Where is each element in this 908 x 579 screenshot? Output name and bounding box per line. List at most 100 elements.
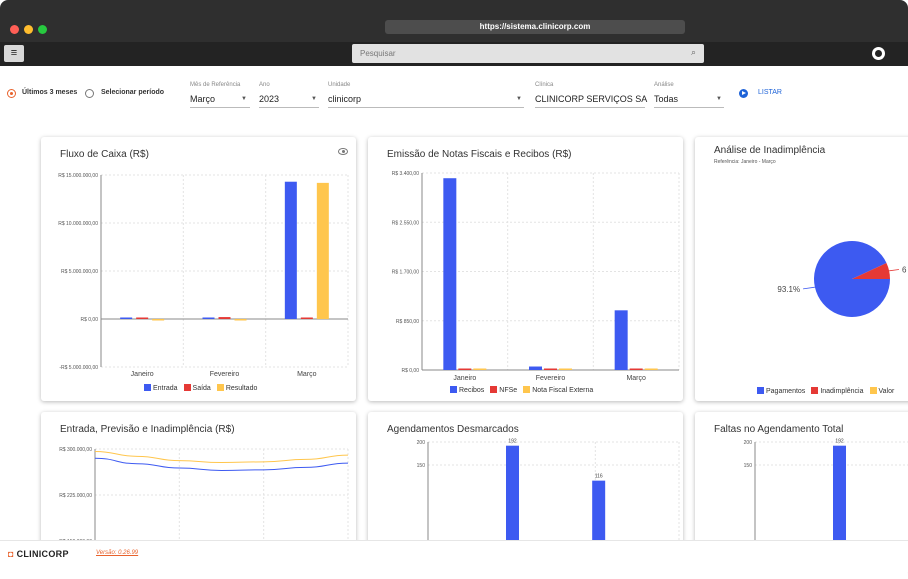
legend-swatch [490,386,498,393]
y-tick-label: R$ 850,00 [396,319,419,325]
app-window: https://sistema.clinicorp.com ≡ ⌕ Último… [0,0,908,579]
chevron-down-icon[interactable]: ▼ [716,96,722,102]
bar [300,317,313,319]
legend-item[interactable]: NFSe [490,386,517,394]
data-label: 192 [508,439,517,445]
y-tick-label: R$ 5.000.000,00 [61,269,98,275]
bar [202,317,215,319]
y-tick-label: R$ 0,00 [80,317,98,323]
slice-label: 93.1% [777,285,800,294]
y-tick-label: 200 [417,440,426,446]
chart-legend: Recibos NFSe Nota Fiscal Externa [450,386,593,394]
search-icon[interactable]: ⌕ [691,47,696,58]
search-input[interactable] [352,44,682,63]
maximize-window-icon[interactable] [38,25,47,34]
bar [136,317,149,319]
close-window-icon[interactable] [10,25,19,34]
radio-last-3-months-label: Últimos 3 meses [22,89,78,96]
listar-button[interactable]: LISTAR [758,89,782,96]
y-tick-label: R$ 15.000.000,00 [58,173,98,179]
chevron-down-icon[interactable]: ▼ [241,96,247,102]
legend-label: Recibos [459,387,485,394]
leader-line [803,286,815,290]
bar [218,317,231,319]
legend-item[interactable]: Pagamentos [757,387,805,395]
inadimplencia-pie-chart: 93.1% 6 [777,241,907,317]
x-tick-label: Janeiro [131,371,154,378]
x-tick-label: Fevereiro [536,375,566,382]
year-underline [259,107,319,108]
minimize-window-icon[interactable] [24,25,33,34]
analysis-select[interactable]: Todas [654,94,678,104]
bar [458,368,472,370]
user-icon[interactable] [872,47,885,60]
hamburger-icon[interactable]: ≡ [4,45,24,62]
x-tick-label: Março [297,371,317,378]
chevron-down-icon[interactable]: ▼ [311,96,317,102]
x-tick-label: Janeiro [453,375,476,382]
legend-swatch [183,384,191,391]
unit-select[interactable]: clinicorp [328,94,361,104]
radio-last-3-months[interactable] [7,89,16,98]
app-toolbar: ≡ ⌕ [0,42,908,66]
footer: ◘ CLINICORP Versão: 0.26.99 [0,540,908,579]
y-tick-label: 150 [744,463,753,469]
bar [152,319,165,321]
radio-select-period-label: Selecionar período [101,89,165,96]
legend-label: Inadimplência [820,388,864,395]
legend-swatch [757,387,764,394]
clinic-select[interactable]: CLINICORP SERVIÇOS SA [535,94,647,104]
legend-swatch [450,386,457,393]
address-bar[interactable]: https://sistema.clinicorp.com [385,20,685,34]
version-link[interactable]: Versão: 0.26.99 [96,550,138,556]
year-select[interactable]: 2023 [259,94,279,104]
legend-item[interactable]: Nota Fiscal Externa [523,386,593,394]
card-inadimplencia: Análise de Inadimplência Referência: Jan… [695,137,908,401]
y-tick-label: 150 [417,463,426,469]
bar [614,310,628,370]
series-line [94,457,349,471]
bar [559,368,572,370]
search-box[interactable]: ⌕ [352,44,704,63]
legend-swatch [811,387,819,394]
x-tick-label: Fevereiro [210,371,240,378]
y-tick-label: R$ 300.000,00 [59,447,92,453]
unit-underline [328,107,524,108]
slice-label: 6 [902,266,907,275]
legend-item[interactable]: Recibos [450,386,484,394]
leader-line [889,269,900,272]
bar [629,368,643,370]
legend-label: Entrada [153,385,178,392]
legend-item[interactable]: Saída [183,384,211,392]
legend-item[interactable]: Valor [869,387,895,395]
bar [529,366,542,370]
bar [284,181,297,319]
clinic-label: Clínica [535,82,554,88]
data-label: 192 [835,439,844,445]
analysis-label: Análise [654,82,674,88]
legend-swatch [869,387,877,394]
bar [316,182,329,319]
month-select[interactable]: Março [190,94,215,104]
bar [234,319,247,321]
unit-label: Unidade [328,82,351,88]
bar [443,178,457,370]
legend-label: Saída [192,385,211,392]
y-tick-label: R$ 10.000.000,00 [58,221,98,227]
radio-select-period[interactable] [85,89,94,98]
play-circle-icon[interactable] [739,89,748,98]
legend-swatch [523,386,531,393]
legend-item[interactable]: Resultado [216,384,257,392]
y-tick-label: R$ 2.550,00 [392,220,419,226]
filter-bar: Últimos 3 meses Selecionar período Mês d… [0,66,908,116]
legend-item[interactable]: Inadimplência [811,387,864,395]
legend-label: Nota Fiscal Externa [532,387,594,394]
legend-label: Valor [878,388,895,395]
clinicorp-logo: ◘ CLINICORP [8,549,69,559]
fluxo-caixa-chart: R$ 15.000.000,00 R$ 10.000.000,00 R$ 5.000… [58,173,349,378]
legend-item[interactable]: Entrada [144,384,178,392]
chevron-down-icon[interactable]: ▼ [516,96,522,102]
clinic-underline [535,107,645,108]
bar [473,368,487,370]
data-label: 116 [595,474,603,480]
